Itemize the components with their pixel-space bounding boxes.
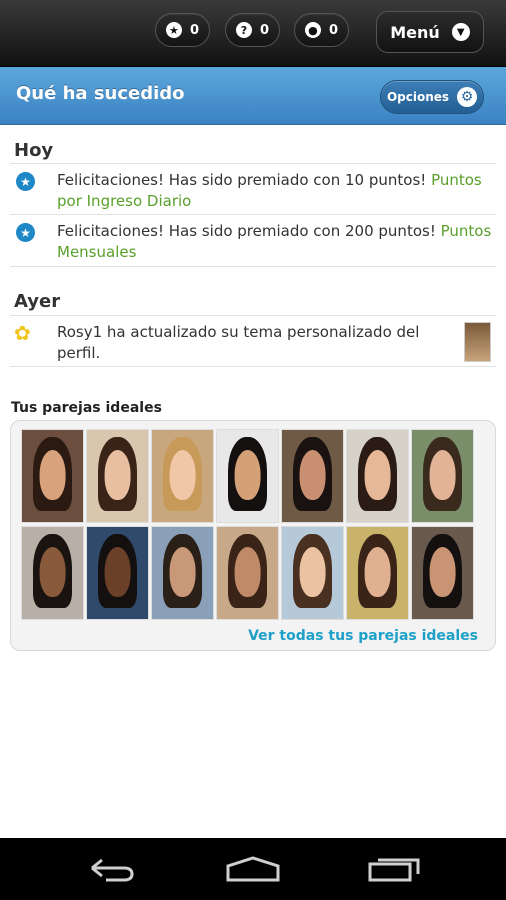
feed-item-text: Felicitaciones! Has sido premiado con 10… <box>57 171 482 210</box>
match-photo[interactable] <box>151 429 214 523</box>
photo-face <box>234 547 261 597</box>
divider <box>10 266 496 267</box>
match-photo[interactable] <box>21 526 84 620</box>
photo-face <box>429 547 456 597</box>
chevron-down-icon: ▼ <box>451 23 470 41</box>
match-photo[interactable] <box>21 429 84 523</box>
photo-face <box>39 547 66 597</box>
menu-button[interactable]: Menú ▼ <box>376 11 484 53</box>
flower-icon: ✿ <box>14 321 31 345</box>
see-all-matches-link[interactable]: Ver todas tus parejas ideales <box>248 628 478 644</box>
feed-item: ★ Felicitaciones! Has sido premiado con … <box>10 163 496 214</box>
feed-item-text[interactable]: Rosy1 ha actualizado su tema personaliza… <box>57 322 447 364</box>
match-photo[interactable] <box>346 429 409 523</box>
page-title: Qué ha sucedido <box>16 83 185 104</box>
photo-face <box>429 450 456 500</box>
match-photo[interactable] <box>411 429 474 523</box>
section-header: Qué ha sucedido Opciones ⚙ <box>0 67 506 125</box>
options-button[interactable]: Opciones ⚙ <box>380 80 484 114</box>
contacts-counter-button[interactable]: ● 0 <box>294 13 349 47</box>
top-bar: ★ 0 ? 0 ● 0 Menú ▼ <box>0 0 506 67</box>
favorites-counter-button[interactable]: ★ 0 <box>155 13 210 47</box>
day-heading-yesterday: Ayer <box>14 291 61 312</box>
matches-panel: Ver todas tus parejas ideales <box>10 420 496 651</box>
day-heading-today: Hoy <box>14 140 54 161</box>
star-icon: ★ <box>165 22 182 38</box>
photo-face <box>299 450 326 500</box>
match-photo[interactable] <box>86 429 149 523</box>
match-photo[interactable] <box>411 526 474 620</box>
gear-icon: ⚙ <box>457 87 478 107</box>
photo-face <box>104 450 131 500</box>
match-photo[interactable] <box>151 526 214 620</box>
match-photo[interactable] <box>281 429 344 523</box>
menu-label: Menú <box>390 22 440 42</box>
star-badge-icon: ★ <box>16 172 35 191</box>
question-icon: ? <box>235 22 252 38</box>
divider <box>10 366 496 367</box>
star-badge-icon: ★ <box>16 223 35 242</box>
person-icon: ● <box>304 22 321 38</box>
match-photo[interactable] <box>346 526 409 620</box>
match-photo[interactable] <box>216 526 279 620</box>
photo-face <box>299 547 326 597</box>
photo-face <box>169 547 196 597</box>
favorites-count: 0 <box>189 22 200 38</box>
match-photo[interactable] <box>86 526 149 620</box>
photo-face <box>364 547 391 597</box>
recent-apps-icon[interactable] <box>368 856 422 882</box>
user-thumbnail[interactable] <box>464 322 491 362</box>
photo-face <box>169 450 196 500</box>
photo-face <box>39 450 66 500</box>
system-nav-bar <box>0 838 506 900</box>
home-icon[interactable] <box>226 856 280 882</box>
questions-count: 0 <box>259 22 270 38</box>
contacts-count: 0 <box>328 22 339 38</box>
feed-item-text: Felicitaciones! Has sido premiado con 20… <box>57 222 492 261</box>
matches-title: Tus parejas ideales <box>11 400 162 416</box>
options-label: Opciones <box>386 90 450 104</box>
photo-face <box>234 450 261 500</box>
photo-face <box>104 547 131 597</box>
feed-item: ★ Felicitaciones! Has sido premiado con … <box>10 214 496 266</box>
questions-counter-button[interactable]: ? 0 <box>225 13 280 47</box>
feed-item: ✿ Rosy1 ha actualizado su tema personali… <box>10 315 496 366</box>
match-photo[interactable] <box>281 526 344 620</box>
back-icon[interactable] <box>88 856 136 882</box>
match-photo[interactable] <box>216 429 279 523</box>
matches-grid <box>21 429 479 620</box>
photo-face <box>364 450 391 500</box>
